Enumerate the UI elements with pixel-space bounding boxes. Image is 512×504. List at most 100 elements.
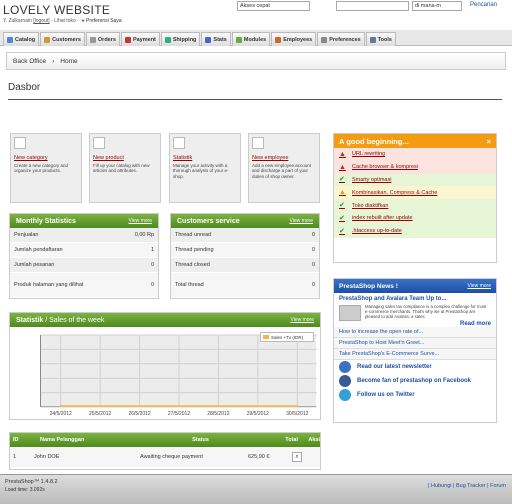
checklist-item[interactable]: ▲ URL rewriting [334, 148, 496, 161]
data-point [138, 405, 141, 407]
search-scope-value: di mana-m [415, 3, 441, 9]
table-row: 1 John DOE Awaiting cheque payment 625,9… [10, 447, 320, 467]
stat-row: Produk halaman yang dilihat 0 [10, 273, 158, 298]
panel-title: Monthly Statistics [16, 217, 76, 225]
logout-link[interactable]: [logout] [33, 18, 49, 24]
search-scope-select[interactable]: di mana-m [412, 1, 462, 11]
checklist-label: URL rewriting [352, 151, 386, 158]
chevron-right-icon: › [52, 57, 55, 65]
col-action: Aksi [308, 437, 320, 443]
tab-preferences[interactable]: Preferences [317, 32, 365, 46]
legend-label: Sales +Tx (IDR) [271, 334, 304, 340]
newsletter-link[interactable]: Read our latest newsletter [334, 360, 496, 374]
news-link[interactable]: PrestaShop to Host Meet'n Greet... [334, 338, 496, 349]
quick-access-value: Akses cepat [240, 3, 270, 9]
newsletter-icon [339, 361, 351, 373]
view-more-link[interactable]: View more [128, 218, 152, 224]
view-more-link[interactable]: View more [290, 317, 314, 323]
checklist: ▲ URL rewriting ▲ Cache browser & kompresi ✔… [334, 148, 496, 238]
check-icon: ✔ [339, 214, 345, 222]
tab-tools[interactable]: Tools [365, 32, 396, 46]
tools-icon [369, 36, 376, 43]
tab-label: Payment [132, 36, 156, 43]
data-point [59, 405, 62, 407]
quick-link-title[interactable]: Statistik [173, 155, 237, 161]
x-tick-label: 26/5/2012 [128, 411, 150, 417]
search-button[interactable]: Pencarian [470, 2, 497, 8]
search-input[interactable] [336, 1, 409, 11]
tab-employees[interactable]: Employees [271, 32, 317, 46]
quick-link-title[interactable]: New employee [252, 155, 316, 161]
tab-stats[interactable]: Stats [201, 32, 231, 46]
col-id: ID [13, 437, 19, 443]
tab-orders[interactable]: Orders [85, 32, 120, 46]
tab-shipping[interactable]: Shipping [160, 32, 201, 46]
twitter-link[interactable]: Follow us on Twitter [334, 388, 496, 402]
checklist-item[interactable]: ✔ Toko diaktifkan [334, 199, 496, 212]
stat-label: Penjualan [14, 232, 39, 238]
breadcrumb: Back Office › Home [6, 52, 506, 70]
quick-link-new-category[interactable]: New category Create a new category and o… [10, 133, 82, 203]
tab-catalog[interactable]: Catalog [3, 32, 40, 46]
preferences-icon: ● [80, 18, 85, 24]
my-preferences-link[interactable]: Preferensi Saya [86, 18, 122, 24]
quick-link-new-employee[interactable]: New employee Add a new employee account … [248, 133, 320, 203]
stat-label: Thread closed [175, 262, 210, 268]
sales-chart: 24/5/2012 25/5/2012 26/5/2012 27/5/2012 28/5… [40, 334, 317, 417]
tab-label: Catalog [15, 36, 36, 43]
checklist-item[interactable]: ▲ Kombinasikan, Compress & Cache [334, 186, 496, 200]
site-title: LOVELY WEBSITE [3, 3, 111, 17]
quick-link-title[interactable]: New product [93, 155, 157, 161]
legend-swatch [263, 335, 269, 339]
panel-header: PrestaShop News ! View more [334, 279, 496, 293]
customers-service-panel: Customers service View more Thread unrea… [170, 213, 320, 299]
view-more-link[interactable]: View more [467, 283, 491, 289]
stat-row: Jumlah pesanan 0 [10, 258, 158, 273]
view-order-icon[interactable]: ⌕ [292, 452, 302, 462]
checklist-item[interactable]: ▲ Cache browser & kompresi [334, 160, 496, 174]
x-tick-label: 27/5/2012 [168, 411, 190, 417]
chart-legend: Sales +Tx (IDR) [260, 332, 314, 342]
quick-access-select[interactable]: Akses cepat [237, 1, 310, 11]
quick-link-new-product[interactable]: New product Fill up your catalog with ne… [89, 133, 161, 203]
stat-label: Jumlah pesanan [14, 262, 55, 268]
checklist-label: .htaccess up-to-date [352, 228, 402, 235]
tab-payment[interactable]: Payment [120, 32, 160, 46]
quick-link-title[interactable]: New category [14, 155, 78, 161]
tab-modules[interactable]: Modules [231, 32, 271, 46]
checklist-item[interactable]: ✔ .htaccess up-to-date [334, 224, 496, 238]
data-point [217, 405, 220, 407]
checklist-item[interactable]: ✔ Smarty optimasi [334, 173, 496, 187]
view-shop-link[interactable]: - Lihat toko - [51, 18, 79, 24]
stat-value: 0 [311, 232, 315, 238]
checklist-label: Kombinasikan, Compress & Cache [352, 189, 438, 196]
news-link[interactable]: How to increase the open rate of... [334, 327, 496, 338]
prestashop-news-panel: PrestaShop News ! View more PrestaShop a… [333, 278, 497, 423]
social-label: Follow us on Twitter [357, 392, 415, 398]
monthly-statistics-panel: Monthly Statistics View more Penjualan 0,… [9, 213, 159, 299]
panel-header: Monthly Statistics View more [10, 214, 158, 228]
tab-label: Modules [243, 36, 267, 43]
x-tick-label: 24/5/2012 [50, 411, 72, 417]
quick-link-desc: Manage your activity with a thorough ana… [173, 163, 229, 179]
quick-link-statistics[interactable]: Statistik Manage your activity with a th… [169, 133, 241, 203]
tab-label: Tools [377, 36, 392, 43]
user-name: Y. Zulkarnain [3, 18, 32, 24]
checklist-item[interactable]: ✔ index rebuilt after update [334, 211, 496, 225]
x-tick-label: 30/5/2012 [286, 411, 308, 417]
checklist-label: Toko diaktifkan [352, 202, 389, 209]
close-icon[interactable]: × [487, 137, 491, 146]
social-label: Become fan of prestashop on Facebook [357, 378, 472, 384]
breadcrumb-root[interactable]: Back Office [13, 58, 46, 65]
data-point [178, 405, 180, 407]
stat-value: 0 [311, 282, 315, 288]
error-icon: ▲ [339, 163, 346, 171]
facebook-link[interactable]: Become fan of prestashop on Facebook [334, 374, 496, 388]
col-total: Total [285, 437, 298, 443]
news-link[interactable]: Take PrestaShop's E-Commerce Surve... [334, 349, 496, 360]
footer: PrestaShop™ 1.4.8.2 Load time: 3.092s | … [0, 474, 512, 504]
page-title: Dasbor [8, 82, 41, 93]
footer-links[interactable]: | Hubungi | Bug Tracker | Forum [428, 483, 506, 489]
tab-customers[interactable]: Customers [40, 32, 85, 46]
view-more-link[interactable]: View more [289, 218, 313, 224]
